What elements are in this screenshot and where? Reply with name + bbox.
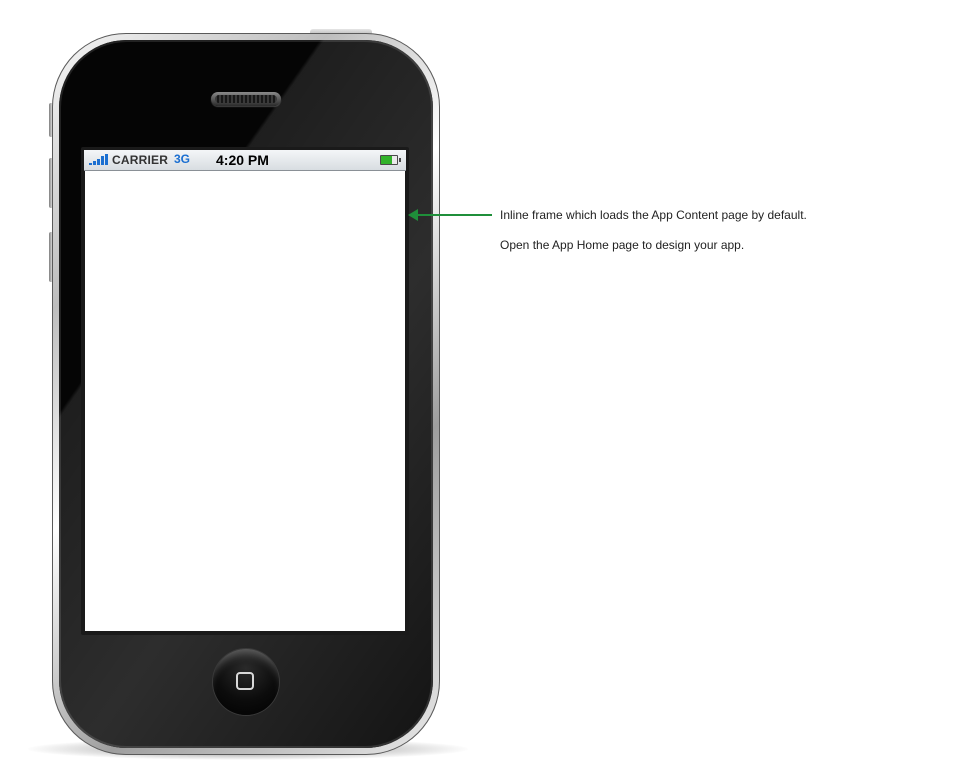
home-square-icon [236, 672, 254, 690]
network-type-label: 3G [174, 152, 191, 166]
annotation-home-note: Open the App Home page to design your ap… [500, 238, 745, 252]
status-time: 4:20 PM [216, 152, 269, 168]
carrier-label: CARRIER [112, 153, 169, 167]
battery-icon [380, 155, 401, 165]
arrow-left-icon [408, 209, 492, 221]
canvas: CARRIER 3G 4:20 PM Inline frame which lo… [0, 0, 958, 769]
status-bar: CARRIER 3G 4:20 PM [84, 150, 406, 171]
app-content-frame[interactable] [85, 171, 405, 631]
home-button[interactable] [213, 649, 279, 715]
annotation-frame-note: Inline frame which loads the App Content… [500, 208, 807, 222]
earpiece-speaker [211, 92, 281, 106]
signal-bars-icon [89, 154, 109, 165]
